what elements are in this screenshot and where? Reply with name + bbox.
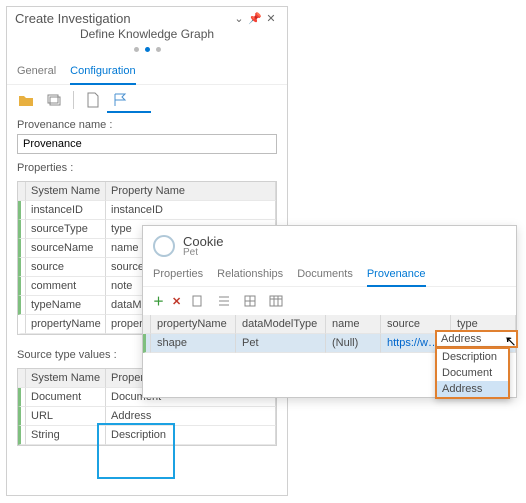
provenance-input[interactable] bbox=[17, 134, 277, 154]
layers-icon[interactable] bbox=[45, 91, 63, 109]
tab-properties[interactable]: Properties bbox=[153, 266, 203, 286]
popup-tabs: Properties Relationships Documents Prove… bbox=[143, 262, 516, 287]
dropdown-option[interactable]: Address bbox=[437, 381, 508, 397]
type-dropdown-list: Description Document Address bbox=[435, 347, 510, 399]
close-icon[interactable]: ✕ bbox=[263, 12, 279, 25]
copy-icon[interactable] bbox=[189, 292, 207, 310]
provenance-field: Provenance name : bbox=[7, 113, 287, 156]
add-icon[interactable]: ＋ bbox=[153, 293, 164, 309]
pin-icon[interactable]: 📌 bbox=[247, 12, 263, 25]
tab-provenance[interactable]: Provenance bbox=[367, 266, 426, 287]
tab-documents[interactable]: Documents bbox=[297, 266, 353, 286]
panel-tabs: General Configuration bbox=[7, 61, 287, 85]
dropdown-option[interactable]: Document bbox=[437, 365, 508, 381]
flag-icon[interactable] bbox=[112, 91, 130, 109]
panel-titlebar: Create Investigation ⌄ 📌 ✕ bbox=[7, 7, 287, 28]
popup-toolbar: ＋ ✕ bbox=[143, 287, 516, 315]
grid-icon[interactable] bbox=[241, 292, 259, 310]
panel-title: Create Investigation bbox=[15, 11, 231, 26]
provenance-label: Provenance name : bbox=[17, 119, 277, 131]
step-dots bbox=[7, 43, 287, 55]
chevron-down-icon: ▼ bbox=[504, 335, 512, 344]
table-icon[interactable] bbox=[267, 292, 285, 310]
dropdown-option[interactable]: Description bbox=[437, 349, 508, 365]
type-dropdown-value: Address bbox=[441, 333, 481, 345]
collapse-icon[interactable]: ⌄ bbox=[231, 12, 247, 25]
new-doc-icon[interactable] bbox=[84, 91, 102, 109]
popup-header: Cookie Pet bbox=[143, 226, 516, 262]
tab-relationships[interactable]: Relationships bbox=[217, 266, 283, 286]
list-icon[interactable] bbox=[215, 292, 233, 310]
tab-configuration[interactable]: Configuration bbox=[70, 61, 135, 85]
table-row[interactable]: URLAddress bbox=[18, 407, 276, 426]
properties-label: Properties : bbox=[17, 162, 277, 174]
tab-general[interactable]: General bbox=[17, 61, 56, 84]
entity-symbol-icon bbox=[153, 235, 175, 257]
table-header: System Name Property Name bbox=[18, 182, 276, 201]
delete-icon[interactable]: ✕ bbox=[172, 295, 181, 308]
type-dropdown[interactable]: Address ▼ bbox=[435, 330, 518, 348]
panel-subtitle: Define Knowledge Graph bbox=[7, 27, 287, 41]
table-row[interactable]: instanceIDinstanceID bbox=[18, 201, 276, 220]
panel-toolbar bbox=[7, 85, 287, 111]
folder-icon[interactable] bbox=[17, 91, 35, 109]
table-row[interactable]: StringDescription bbox=[18, 426, 276, 445]
